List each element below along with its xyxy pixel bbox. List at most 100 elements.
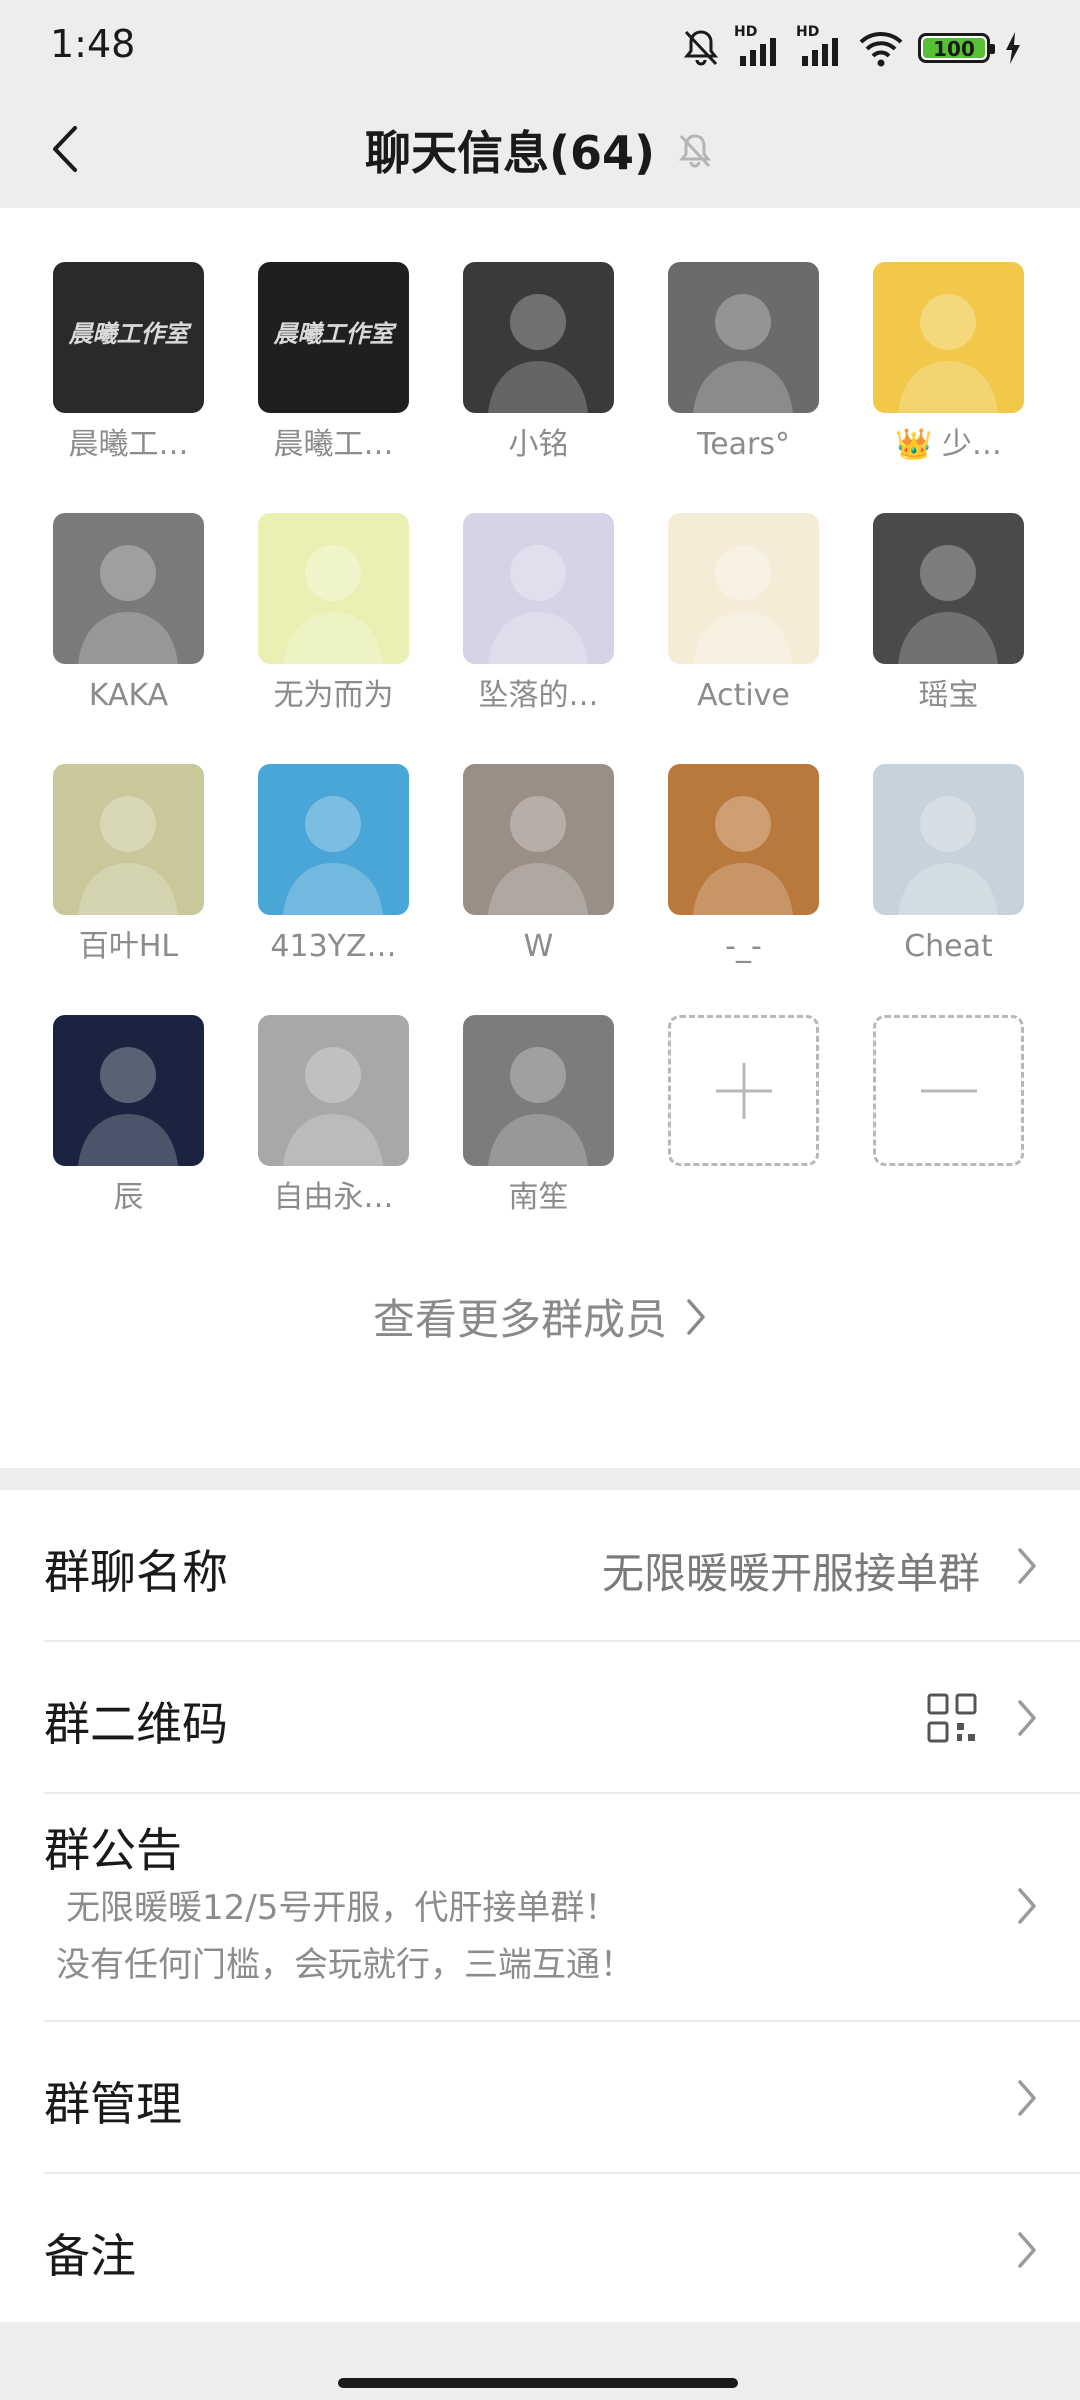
member-name: 百叶HL: [78, 929, 179, 964]
battery-icon: 100: [918, 33, 995, 63]
avatar-image: [693, 545, 793, 664]
member-item[interactable]: -_-: [668, 764, 819, 967]
member-item[interactable]: KAKA: [53, 513, 204, 716]
avatar: [463, 262, 614, 413]
battery-level: 100: [933, 37, 975, 61]
member-name: 👑 少…: [895, 427, 1002, 462]
avatar-image: [283, 545, 383, 664]
member-item[interactable]: 百叶HL: [53, 764, 204, 967]
avatar-image: [488, 294, 588, 413]
group-name-label: 群聊名称: [44, 1545, 228, 1599]
notice-line-2: 没有任何门槛，会玩就行，三端互通！: [56, 1945, 634, 1985]
notice-line-1: 无限暖暖12/5号开服，代肝接单群！: [66, 1888, 619, 1928]
avatar: 晨曦工作室: [258, 262, 409, 413]
nav-title-wrap: 聊天信息(64): [0, 92, 1080, 208]
member-name: KAKA: [88, 678, 169, 713]
member-name: 晨曦工…: [273, 427, 394, 462]
more-members-link[interactable]: 查看更多群成员: [0, 1286, 1080, 1347]
signal-icon: HD: [734, 24, 782, 68]
avatar-image: [78, 545, 178, 664]
member-item[interactable]: 辰: [53, 1015, 204, 1218]
member-item[interactable]: 晨曦工作室 晨曦工…: [53, 262, 204, 465]
member-item[interactable]: 413YZ…: [258, 764, 409, 967]
member-item[interactable]: Active: [668, 513, 819, 716]
chevron-right-icon: [1018, 1548, 1036, 1584]
plus-icon: [715, 1062, 772, 1119]
member-item[interactable]: Tears°: [668, 262, 819, 465]
add-member-button[interactable]: [668, 1015, 819, 1218]
member-item[interactable]: 👑 少…: [873, 262, 1024, 465]
avatar-image: [898, 796, 998, 915]
qr-code-row[interactable]: 群二维码: [0, 1642, 1080, 1792]
avatar: [873, 513, 1024, 664]
qr-code-label: 群二维码: [44, 1697, 228, 1751]
mute-bell-icon: [678, 134, 712, 168]
member-item[interactable]: Cheat: [873, 764, 1024, 967]
member-name: -_-: [725, 929, 762, 964]
avatar: [668, 764, 819, 915]
avatar: [53, 1015, 204, 1166]
group-manage-row[interactable]: 群管理: [0, 2022, 1080, 2172]
member-name: 无为而为: [273, 678, 394, 713]
member-name: 小铭: [508, 427, 569, 462]
chevron-right-icon: [687, 1298, 705, 1335]
member-name: W: [523, 929, 554, 964]
avatar: [873, 764, 1024, 915]
member-name: 自由永…: [273, 1180, 394, 1215]
member-name: Cheat: [904, 929, 993, 964]
group-notice-content: 无限暖暖12/5号开服，代肝接单群！ 没有任何门槛，会玩就行，三端互通！: [56, 1880, 634, 1994]
remove-member-box: [873, 1015, 1024, 1166]
member-item[interactable]: 晨曦工作室晨曦工…: [258, 262, 409, 465]
avatar-image: [898, 545, 998, 664]
group-name-row[interactable]: 群聊名称 无限暖暖开服接单群: [0, 1490, 1080, 1640]
avatar: [53, 764, 204, 915]
more-members-label: 查看更多群成员: [372, 1295, 667, 1344]
member-name: Active: [697, 678, 790, 713]
avatar-image: [693, 294, 793, 413]
member-item[interactable]: 南笙: [463, 1015, 614, 1218]
avatar: [258, 1015, 409, 1166]
signal-icon-2: HD: [796, 24, 844, 68]
avatar-image: [283, 796, 383, 915]
group-name-value: 无限暖暖开服接单群: [601, 1549, 980, 1598]
group-notice-row[interactable]: 群公告 无限暖暖12/5号开服，代肝接单群！ 没有任何门槛，会玩就行，三端互通！: [0, 1794, 1080, 2020]
chevron-right-icon: [1018, 1700, 1036, 1736]
member-item[interactable]: 坠落的…: [463, 513, 614, 716]
remark-label: 备注: [44, 2229, 136, 2283]
avatar-logo-text: 晨曦工作室: [68, 320, 189, 348]
wifi-icon: [859, 32, 903, 67]
avatar-image: [283, 1047, 383, 1166]
avatar-image: [78, 1047, 178, 1166]
home-indicator[interactable]: [338, 2378, 738, 2388]
member-item[interactable]: 小铭: [463, 262, 614, 465]
nav-bar: 聊天信息(64): [0, 92, 1080, 208]
avatar: [668, 513, 819, 664]
add-member-box: [668, 1015, 819, 1166]
member-item[interactable]: W: [463, 764, 614, 967]
chevron-right-icon: [1018, 2080, 1036, 2116]
mute-bell-icon: [683, 30, 719, 66]
member-name: 413YZ…: [270, 929, 397, 964]
settings-list: 群聊名称 无限暖暖开服接单群 群二维码 群公告 无限暖暖12/5号开服，代肝接单…: [0, 1490, 1080, 2322]
status-icons: HD HD 100: [682, 24, 1022, 70]
member-item[interactable]: 自由永…: [258, 1015, 409, 1218]
avatar: [463, 1015, 614, 1166]
remove-member-button[interactable]: [873, 1015, 1024, 1218]
member-name: 坠落的…: [478, 678, 599, 713]
avatar-image: [488, 1047, 588, 1166]
charging-icon: [1006, 32, 1020, 64]
member-name: 辰: [113, 1180, 144, 1215]
group-manage-label: 群管理: [44, 2077, 182, 2131]
avatar: [258, 513, 409, 664]
member-name: 南笙: [508, 1180, 569, 1215]
status-time: 1:48: [50, 22, 136, 66]
group-notice-label: 群公告: [44, 1823, 182, 1877]
avatar-image: [78, 796, 178, 915]
avatar: [668, 262, 819, 413]
member-item[interactable]: 瑶宝: [873, 513, 1024, 716]
qr-code-icon: [927, 1693, 977, 1743]
remark-row[interactable]: 备注: [0, 2174, 1080, 2322]
avatar-image: [898, 294, 998, 413]
member-item[interactable]: 无为而为: [258, 513, 409, 716]
avatar: [53, 513, 204, 664]
